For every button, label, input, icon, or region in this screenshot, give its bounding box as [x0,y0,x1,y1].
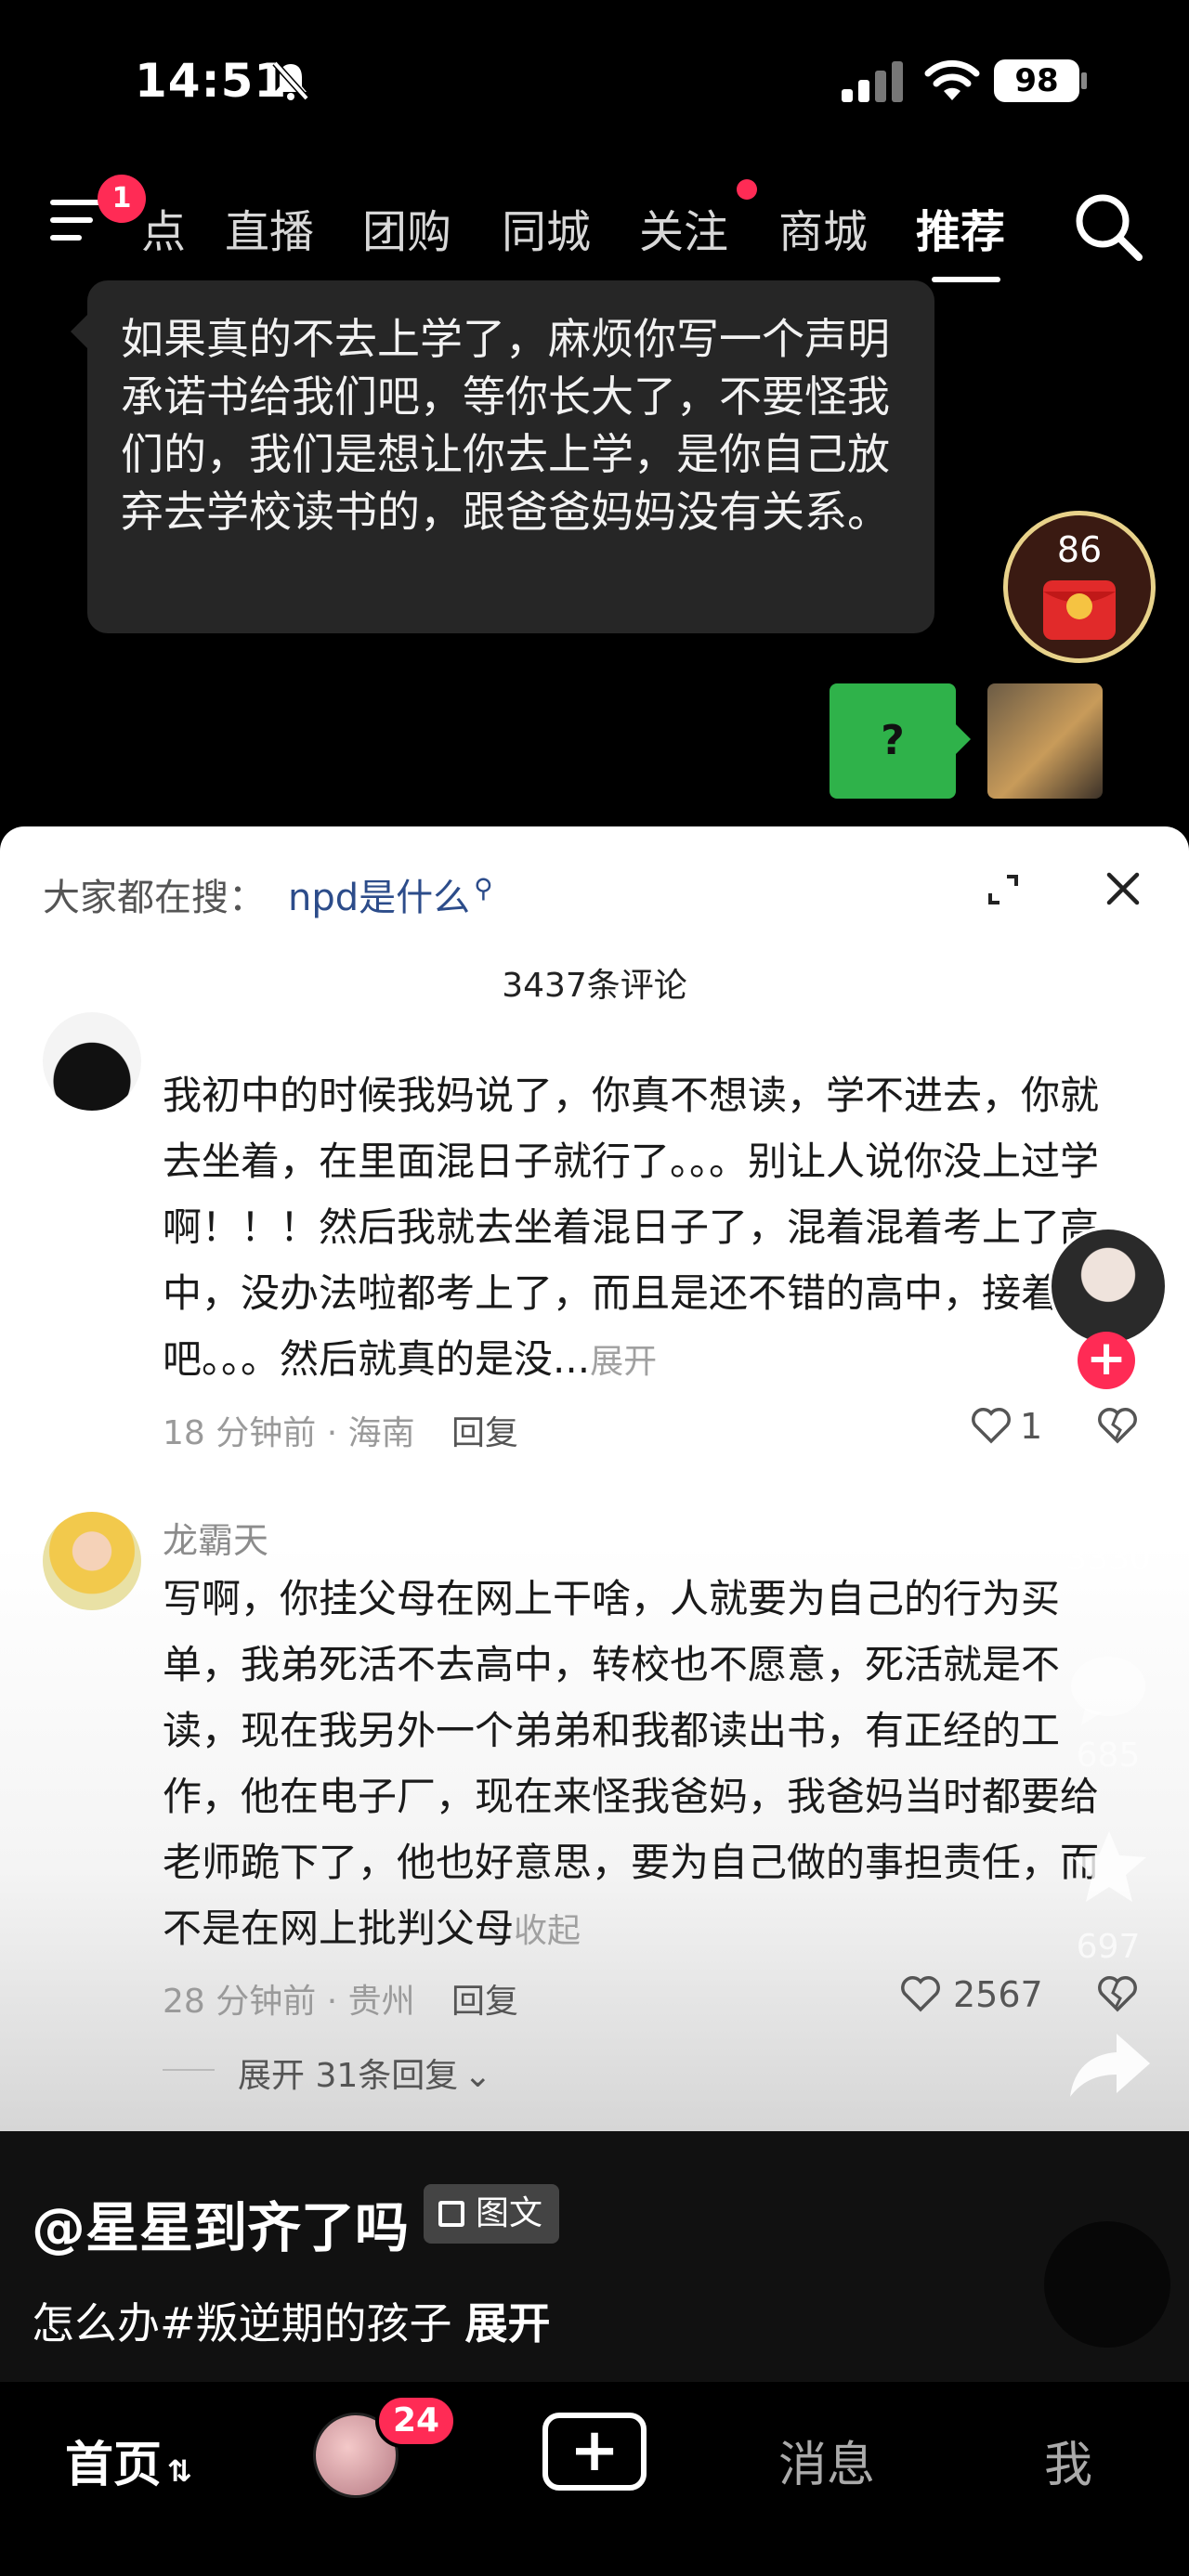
reply-button[interactable]: 回复 [451,1406,518,1454]
following-dot [737,179,757,200]
share-arrow-icon[interactable] [1068,2030,1152,2101]
comment-author[interactable]: 龙霸天 [163,1512,268,1563]
switch-arrows-icon: ⇅ [167,2453,192,2489]
tab-live[interactable]: 直播 [225,195,314,260]
favorite-count-side: 697 [1076,1928,1141,1966]
comment-meta: 28 分钟前 · 贵州 [163,1983,415,2021]
tab-messages[interactable]: 消息 [778,2426,875,2495]
tab-mall[interactable]: 商城 [778,195,868,260]
gift-count: 86 [1056,529,1103,570]
create-post-button[interactable]: + [542,2413,647,2491]
divider-line [163,2069,215,2071]
search-suggest-text: npd是什么 [288,877,471,919]
comment-body: 我初中的时候我妈说了，你真不想读，学不进去，你就去坐着，在里面混日子就行了。。。… [163,1073,1100,1382]
status-time: 14:51 [135,54,288,108]
tab-me[interactable]: 我 [1044,2426,1092,2495]
heart-icon[interactable] [970,1406,1013,1445]
star-favorite-icon[interactable] [1068,1828,1150,1906]
menu-icon[interactable] [50,200,102,242]
comment-avatar[interactable] [43,1512,141,1610]
dislike-icon[interactable] [1096,1974,1139,2013]
author-name[interactable]: @星星到齐了吗 [32,2184,409,2262]
collapse-comment-link[interactable]: 收起 [514,1912,581,1950]
comment-body: 写啊，你挂父母在网上干啥，人就要为自己的行为买单，我弟死活不去高中，转校也不愿意… [163,1576,1100,1951]
friend-badge: 24 [375,2394,457,2448]
like-count: 2567 [953,1974,1043,2015]
close-icon[interactable] [1104,869,1143,908]
tab-following[interactable]: 关注 [639,195,728,260]
tab-partial[interactable]: 点 [141,195,186,260]
mute-bell-icon [272,60,309,101]
like-count: 1 [1020,1406,1043,1447]
description-text: 怎么办#叛逆期的孩子 [32,2298,452,2348]
active-tab-underline [932,277,1000,282]
comment-bubble-icon[interactable] [1066,1653,1150,1727]
comment-count: 3437条评论 [502,967,687,1005]
tab-local[interactable]: 同城 [502,195,591,260]
comment-meta: 18 分钟前 · 海南 [163,1414,415,1452]
follow-plus-icon[interactable]: + [1078,1332,1135,1389]
comment-avatar[interactable] [43,1012,141,1111]
like-heart-icon[interactable] [1068,1454,1148,1525]
search-suggest-prefix: 大家都在搜： [43,877,266,919]
search-suggest-term[interactable]: npd是什么 ⚲ [288,867,493,921]
chevron-down-icon: ⌄ [464,2057,492,2095]
cellular-signal-icon [842,61,903,102]
dog-thumbnail [987,683,1103,799]
creator-avatar[interactable] [1048,1226,1169,1347]
menu-badge: 1 [98,175,146,223]
image-post-icon [438,2201,464,2227]
battery-tip [1081,72,1087,89]
comment-text: 写啊，你挂父母在网上干啥，人就要为自己的行为买单，我弟死活不去高中，转校也不愿意… [163,1566,1119,1964]
search-icon[interactable] [1072,190,1144,263]
battery-indicator: 98 [994,59,1079,102]
expand-replies-button[interactable]: 展开 31条回复 ⌄ [238,2049,491,2097]
reply-button[interactable]: 回复 [451,1974,518,2023]
tab-recommend[interactable]: 推荐 [916,195,1005,260]
expand-description-link[interactable]: 展开 [465,2298,551,2348]
wifi-icon [924,59,980,100]
expand-comment-link[interactable]: 展开 [590,1343,657,1381]
tab-group-buy[interactable]: 团购 [362,195,451,260]
comments-sheet: 大家都在搜： npd是什么 ⚲ 3437条评论 我初中的时候我妈说了，你真不想读，… [0,826,1189,2131]
green-message-box: ? [830,683,956,799]
fullscreen-icon[interactable] [986,873,1020,906]
small-search-icon: ⚲ [474,872,493,904]
comment-count-side: 685 [1076,1737,1141,1775]
like-count-side: 3330 [1065,1540,1151,1578]
expand-replies-label: 展开 31条回复 [238,2057,459,2095]
music-disc[interactable] [1044,2221,1170,2348]
red-packet-icon [1043,580,1116,640]
tab-home[interactable]: 首页 ⇅ [65,2426,192,2495]
comment-text: 我初中的时候我妈说了，你真不想读，学不进去，你就去坐着，在里面混日子就行了。。。… [163,1062,1119,1395]
chat-bubble: 如果真的不去上学了，麻烦你写一个声明承诺书给我们吧，等你长大了，不要怪我们的，我… [87,280,934,633]
heart-icon[interactable] [899,1974,942,2013]
green-box-tail [956,724,971,754]
tab-home-label: 首页 [65,2438,163,2493]
post-description: 怎么办#叛逆期的孩子 展开 [32,2290,551,2351]
dislike-icon[interactable] [1096,1406,1139,1445]
